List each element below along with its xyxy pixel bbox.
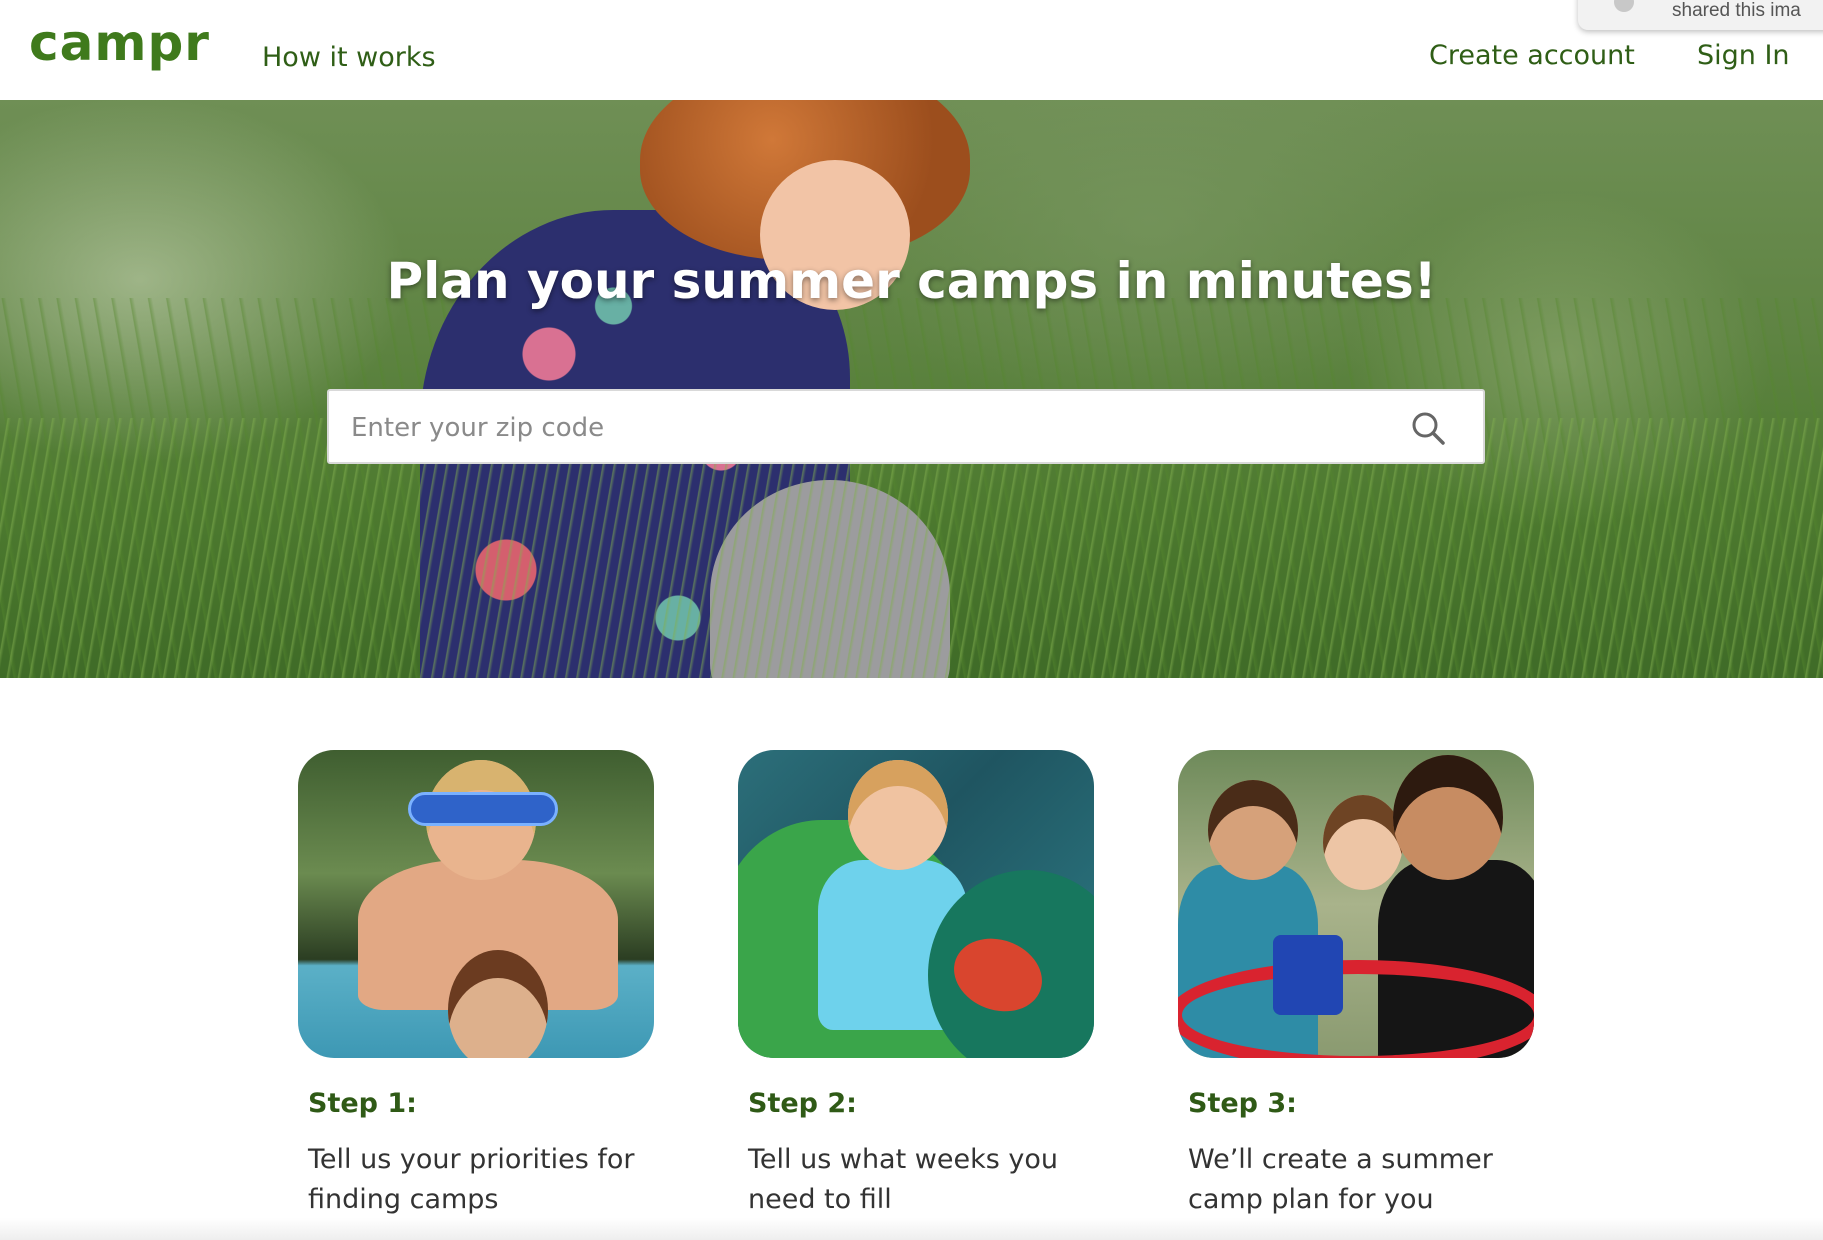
zip-code-input[interactable]: [351, 403, 1391, 453]
search-icon[interactable]: [1409, 409, 1449, 449]
nav-sign-in[interactable]: Sign In: [1697, 42, 1790, 69]
step-1-label: Step 1:: [308, 1088, 417, 1119]
photo-merry-go-round-hub: [1273, 935, 1343, 1015]
step-3-label: Step 3:: [1188, 1088, 1297, 1119]
step-3-description: We’ll create a summer camp plan for you: [1188, 1144, 1493, 1215]
photo-goggles: [408, 792, 558, 826]
step-2-image: [738, 750, 1094, 1058]
photo-girl-head: [448, 950, 548, 1058]
photo-kid-b-head: [1323, 795, 1403, 890]
step-2-description: Tell us what weeks you need to fill: [748, 1144, 1058, 1215]
share-notification[interactable]: shared this ima: [1578, 0, 1823, 30]
bottom-edge-fade: [0, 1218, 1823, 1240]
photo-kid-a-head: [1208, 780, 1298, 880]
avatar: [1614, 0, 1634, 12]
photo-merry-go-round: [1178, 960, 1534, 1058]
page: campr How it works Create account Sign I…: [0, 0, 1823, 1240]
zip-search-bar: [327, 389, 1485, 464]
step-card-3: Step 3: We’ll create a summer camp plan …: [1178, 750, 1534, 1215]
step-3-image: [1178, 750, 1534, 1058]
top-nav: campr How it works Create account Sign I…: [0, 0, 1823, 100]
share-notification-text: shared this ima: [1672, 0, 1801, 21]
step-2-label: Step 2:: [748, 1088, 857, 1119]
nav-create-account[interactable]: Create account: [1429, 42, 1635, 69]
photo-kid-c-head: [1393, 755, 1503, 880]
nav-how-it-works[interactable]: How it works: [262, 44, 436, 71]
step-1-image: [298, 750, 654, 1058]
step-card-1: Step 1: Tell us your priorities for find…: [298, 750, 654, 1215]
step-1-description: Tell us your priorities for finding camp…: [308, 1144, 635, 1215]
photo-girl-head: [848, 760, 948, 870]
hero-banner: Plan your summer camps in minutes!: [0, 100, 1823, 678]
step-card-2: Step 2: Tell us what weeks you need to f…: [738, 750, 1094, 1215]
hero-title: Plan your summer camps in minutes!: [386, 252, 1437, 310]
campr-logo[interactable]: campr: [29, 18, 210, 68]
